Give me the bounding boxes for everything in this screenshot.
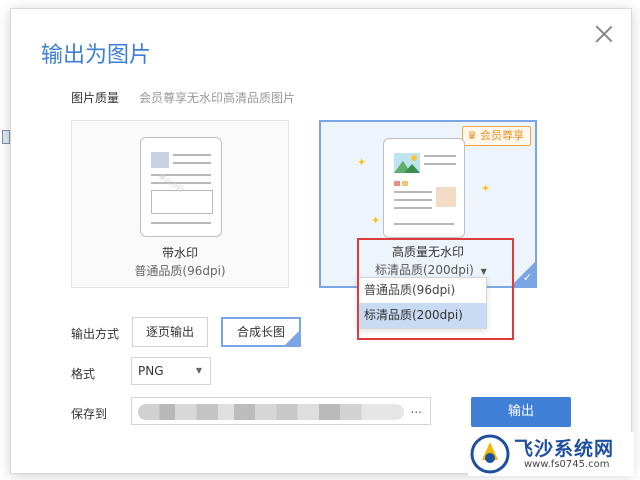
chevron-down-icon: ▼	[480, 267, 487, 276]
output-mode-label: 输出方式	[71, 327, 120, 341]
card-watermark[interactable]: 金山办公 带水印 普通品质(96dpi)	[71, 120, 289, 288]
card-high-quality[interactable]: ♛ 会员尊享 ✦ ✦ ✦ 高质量无水印 标清品质(200dpi) ▼ ✓	[319, 120, 537, 288]
save-to-label: 保存到	[71, 407, 108, 421]
dropdown-option-hd[interactable]: 标清品质(200dpi)	[358, 303, 486, 328]
save-path-field[interactable]: ...	[131, 397, 431, 425]
dialog-title: 输出为图片	[41, 43, 152, 68]
avatar-image-icon	[436, 187, 456, 207]
brand-name: 飞沙系统网	[514, 438, 615, 460]
card-hq-name: 高质量无水印	[391, 245, 464, 259]
background-doc-icon	[2, 130, 10, 144]
format-label: 格式	[71, 367, 96, 381]
quality-hint: 会员尊享无水印高清品质图片	[139, 91, 296, 105]
dropdown-option-normal[interactable]: 普通品质(96dpi)	[358, 278, 486, 303]
export-button[interactable]: 输出	[471, 397, 571, 427]
blurred-path	[138, 404, 404, 420]
document-preview-icon: 金山办公	[140, 137, 222, 237]
sparkle-icon: ✦	[371, 214, 381, 227]
sparkle-icon: ✦	[357, 156, 367, 169]
brand-watermark: 飞沙系统网 www.fs0745.com	[468, 432, 634, 476]
sparkle-icon: ✦	[481, 182, 491, 195]
export-image-dialog: 输出为图片 图片质量 会员尊享无水印高清品质图片 金山办公 带水印 普通品质(9…	[10, 8, 632, 474]
quality-label: 图片质量	[71, 91, 120, 105]
brand-logo-icon	[470, 434, 510, 474]
check-icon: ✓	[522, 271, 532, 284]
card-watermark-name: 带水印	[161, 246, 198, 260]
chevron-down-icon: ▼	[195, 366, 202, 375]
page-by-page-button[interactable]: 逐页输出	[132, 317, 208, 347]
browse-button[interactable]: ...	[411, 402, 422, 416]
close-icon[interactable]	[595, 25, 613, 43]
landscape-image-icon	[394, 153, 420, 173]
card-watermark-sub: 普通品质(96dpi)	[134, 264, 226, 278]
quality-dropdown: 普通品质(96dpi) 标清品质(200dpi)	[357, 277, 487, 329]
document-preview-hq-icon	[383, 138, 465, 238]
quality-select[interactable]: 标清品质(200dpi) ▼	[375, 261, 487, 278]
merge-long-image-button[interactable]: 合成长图	[221, 317, 301, 347]
crown-icon: ♛	[467, 129, 477, 142]
brand-url: www.fs0745.com	[524, 459, 610, 470]
format-select[interactable]: PNG ▼	[131, 357, 211, 385]
member-badge: ♛ 会员尊享	[462, 126, 531, 146]
image-placeholder-icon	[151, 152, 169, 168]
